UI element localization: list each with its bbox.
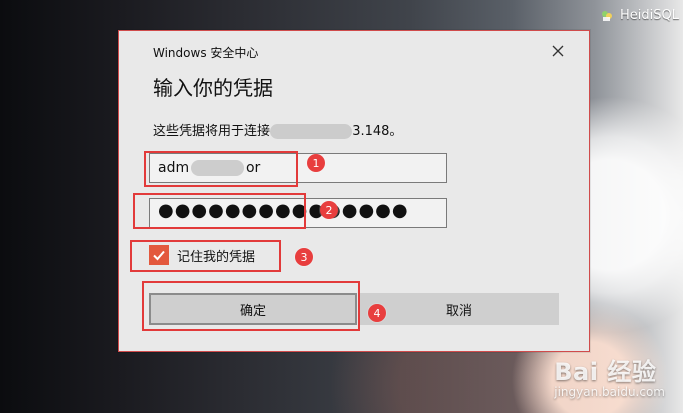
- description-suffix: 3.148。: [352, 124, 403, 139]
- annotation-box-3: [130, 240, 281, 272]
- annotation-marker-2: 2: [320, 201, 338, 219]
- annotation-marker-3: 3: [295, 248, 313, 266]
- annotation-box-1: [144, 151, 298, 187]
- annotation-marker-1: 1: [307, 154, 325, 172]
- cancel-button-label: 取消: [445, 303, 472, 319]
- close-icon[interactable]: [551, 43, 565, 57]
- annotation-box-2: [133, 193, 306, 229]
- description-prefix: 这些凭据将用于连接: [153, 124, 271, 139]
- masked-server-address: xxxxxx: [270, 124, 353, 139]
- cancel-button[interactable]: 取消: [359, 293, 559, 325]
- dialog-description: 这些凭据将用于连接xxxxxx3.148。: [153, 120, 402, 139]
- dialog-heading: 输入你的凭据: [153, 76, 273, 100]
- annotation-box-4: [142, 281, 360, 331]
- heidisql-icon: [600, 9, 614, 23]
- app-name: HeidiSQL: [620, 8, 679, 23]
- dialog-window-title: Windows 安全中心: [153, 46, 259, 60]
- app-title: HeidiSQL: [600, 8, 679, 23]
- annotation-marker-4: 4: [368, 304, 386, 322]
